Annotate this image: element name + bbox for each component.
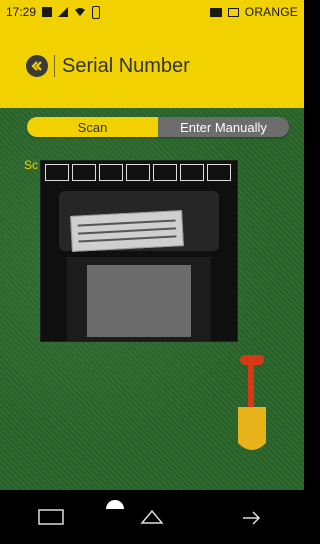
serial-label-image — [70, 210, 184, 252]
status-bar: 17:29 ORANGE — [0, 0, 304, 24]
label-line — [78, 227, 176, 235]
tab-enter-manually[interactable]: Enter Manually — [158, 117, 289, 137]
blade-icon — [153, 163, 177, 181]
back-nav-button[interactable] — [235, 505, 271, 529]
status-right: ORANGE — [209, 5, 298, 19]
scan-mode-toggle: Scan Enter Manually — [27, 117, 289, 137]
signal-icon — [58, 7, 69, 17]
scan-preview — [40, 160, 238, 342]
battery-icon — [92, 5, 101, 19]
chevron-left-circle-icon — [31, 61, 42, 71]
book-icon — [72, 163, 96, 181]
person-icon — [207, 163, 231, 181]
back-button[interactable] — [26, 55, 48, 77]
image-icon — [227, 7, 239, 17]
page-title: Serial Number — [62, 54, 190, 77]
home-icon — [140, 509, 164, 524]
navigation-bar — [0, 490, 304, 544]
back-nav-icon — [243, 511, 261, 525]
bin-icon — [180, 163, 204, 181]
home-button[interactable] — [134, 505, 170, 529]
warning-strip — [41, 161, 237, 183]
tab-scan[interactable]: Scan — [27, 117, 158, 137]
label-line — [77, 219, 176, 227]
recents-icon — [37, 509, 64, 525]
header-divider — [54, 55, 55, 77]
shovel-image — [238, 355, 266, 450]
status-left: 17:29 — [6, 5, 101, 19]
label-line — [78, 235, 177, 243]
photo-icon — [42, 7, 53, 17]
scan-hint-text: Sc — [24, 158, 39, 172]
device-icon — [126, 163, 150, 181]
app-header: Serial Number — [0, 24, 304, 108]
recents-button[interactable] — [33, 505, 69, 529]
clock: 17:29 — [6, 5, 37, 19]
warning-triangle-icon — [99, 163, 123, 181]
mower-stripe — [87, 265, 191, 337]
warning-triangle-icon — [45, 163, 69, 181]
carrier-name: ORANGE — [244, 5, 298, 19]
mail-icon — [209, 7, 222, 17]
wifi-icon — [75, 8, 86, 16]
